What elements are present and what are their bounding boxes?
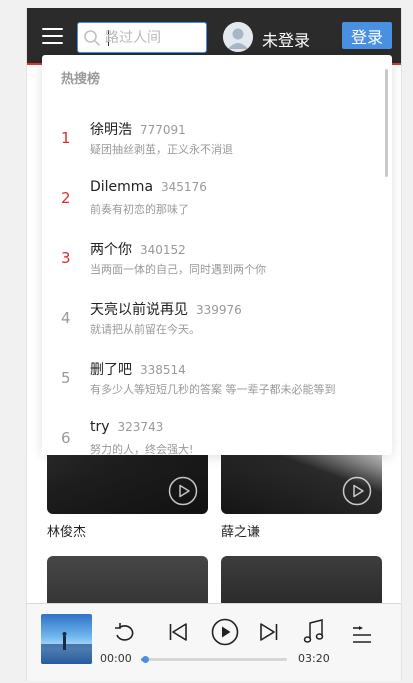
play-button-icon[interactable]	[211, 618, 239, 646]
hot-rank: 5	[61, 369, 71, 387]
search-icon	[84, 30, 100, 46]
album-art-image	[41, 632, 92, 664]
player-bar: 00:00 03:20	[27, 603, 401, 681]
hot-item-title: 徐明浩	[90, 122, 132, 138]
hot-item-score: 777091	[140, 123, 186, 137]
hot-rank: 6	[61, 429, 71, 447]
hot-rank: 4	[61, 309, 71, 327]
hot-search-item[interactable]: 3 两个你 340152 当两面一体的自己，同时遇到两个你	[42, 236, 392, 292]
search-box[interactable]	[77, 22, 207, 53]
hot-item-title-line: 两个你 340152	[90, 239, 186, 259]
hot-item-desc: 有多少人等短短几秒的答案 等一辈子都未必能等到	[90, 383, 336, 396]
hot-item-title-line: 删了吧 338514	[90, 359, 186, 379]
hot-item-score: 338514	[140, 363, 186, 377]
progress-bar[interactable]	[141, 656, 287, 663]
hot-item-title-line: 徐明浩 777091	[90, 119, 186, 139]
play-circle-icon[interactable]	[168, 476, 198, 506]
playlist-icon[interactable]	[351, 625, 373, 647]
previous-track-icon[interactable]	[168, 622, 188, 642]
hot-item-desc: 疑团抽丝剥茧，正义永不消退	[90, 143, 233, 156]
hot-item-title: 两个你	[90, 242, 132, 258]
login-status-text: 未登录	[262, 31, 311, 50]
next-track-icon[interactable]	[259, 622, 279, 642]
search-input[interactable]	[105, 27, 202, 49]
hot-search-title: 热搜榜	[61, 72, 101, 87]
app-window: 林俊杰 薛之谦 未登录 登录 热搜榜	[26, 8, 402, 681]
hot-search-item[interactable]: 6 try 323743 努力的人，终会强大!	[42, 416, 392, 455]
current-time: 00:00	[100, 652, 132, 665]
hot-item-title-line: 天亮以前说再见 339976	[90, 299, 242, 319]
hot-item-score: 345176	[161, 180, 207, 194]
music-note-icon[interactable]	[303, 619, 325, 645]
hot-item-title: 天亮以前说再见	[90, 302, 188, 318]
artist-name[interactable]: 林俊杰	[47, 521, 86, 540]
hot-search-dropdown: 热搜榜 1 徐明浩 777091 疑团抽丝剥茧，正义永不消退 2 Dilemma 3…	[42, 55, 392, 455]
total-time: 03:20	[298, 652, 330, 665]
hot-item-title-line: try 323743	[90, 419, 163, 435]
avatar[interactable]	[223, 22, 253, 52]
artist-name[interactable]: 薛之谦	[221, 521, 260, 540]
hot-item-title: Dilemma	[90, 179, 154, 195]
hot-search-item[interactable]: 2 Dilemma 345176 前奏有初恋的那味了	[42, 176, 392, 232]
hot-item-title-line: Dilemma 345176	[90, 179, 207, 195]
user-avatar-icon	[223, 22, 253, 52]
hot-item-score: 340152	[140, 243, 186, 257]
hot-item-title: try	[90, 419, 110, 435]
hot-item-desc: 努力的人，终会强大!	[90, 443, 194, 455]
hot-search-item[interactable]: 5 删了吧 338514 有多少人等短短几秒的答案 等一辈子都未必能等到	[42, 356, 392, 412]
hot-item-score: 339976	[196, 303, 242, 317]
hot-item-score: 323743	[117, 420, 164, 434]
album-cover[interactable]	[41, 614, 92, 664]
hot-item-desc: 前奏有初恋的那味了	[90, 203, 189, 216]
hot-item-desc: 就请把从前留在今天。	[90, 323, 200, 336]
hot-search-item[interactable]: 1 徐明浩 777091 疑团抽丝剥茧，正义永不消退	[42, 116, 392, 172]
hot-rank: 3	[61, 249, 71, 267]
hot-item-title: 删了吧	[90, 362, 132, 378]
hot-item-desc: 当两面一体的自己，同时遇到两个你	[90, 263, 266, 276]
hot-rank: 1	[61, 129, 71, 147]
login-button[interactable]: 登录	[342, 22, 392, 49]
progress-handle[interactable]	[142, 656, 149, 663]
repeat-icon[interactable]	[113, 622, 137, 644]
menu-icon[interactable]	[42, 27, 64, 45]
hot-rank: 2	[61, 189, 71, 207]
hot-search-item[interactable]: 4 天亮以前说再见 339976 就请把从前留在今天。	[42, 296, 392, 352]
play-circle-icon[interactable]	[342, 476, 372, 506]
